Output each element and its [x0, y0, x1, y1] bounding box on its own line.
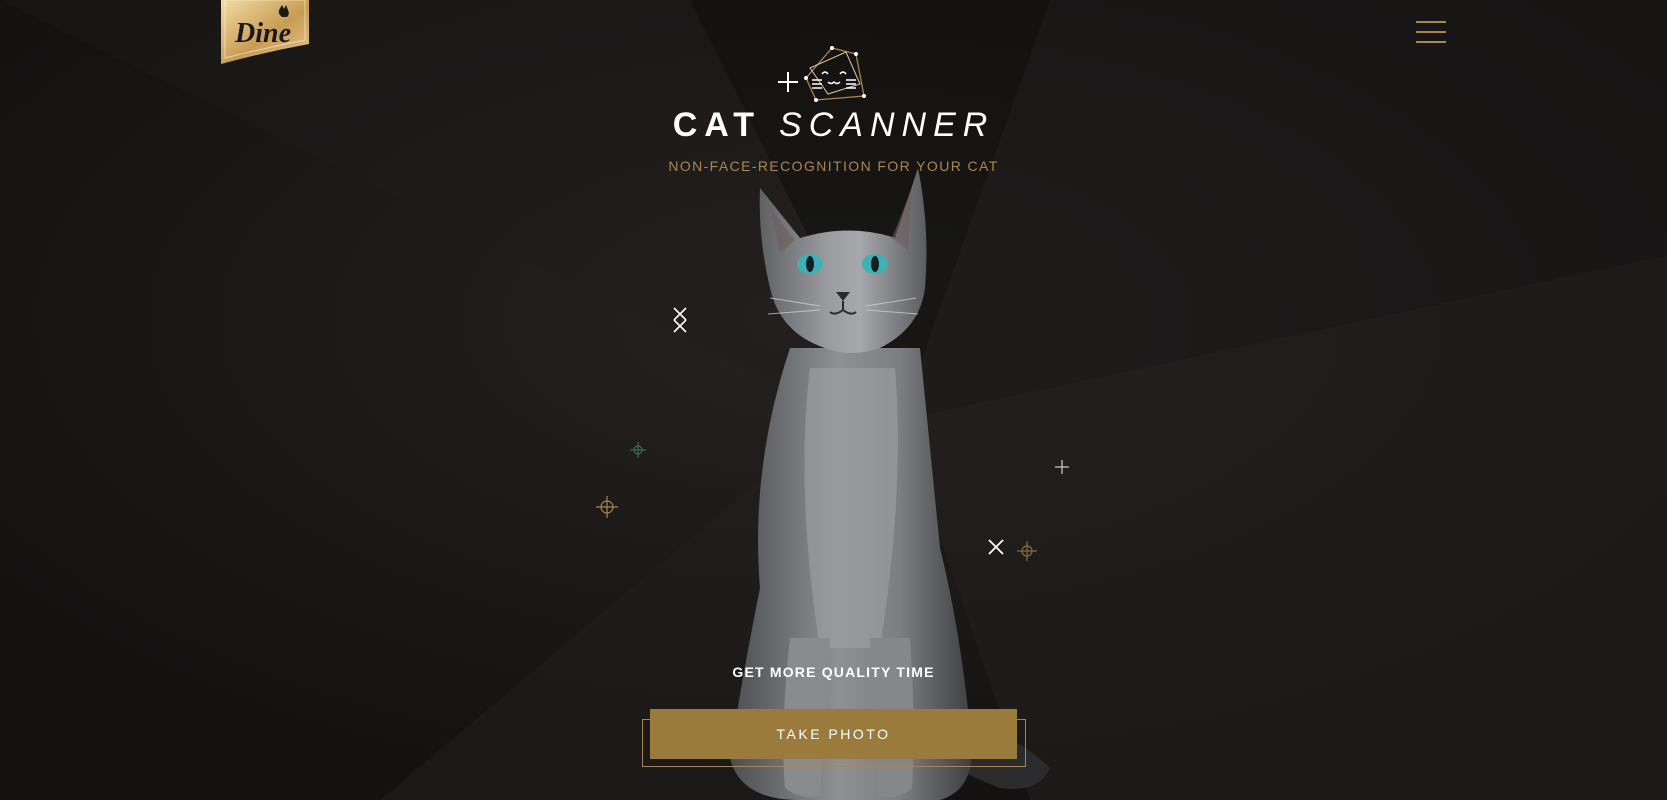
- page-title: CAT SCANNER: [560, 106, 1107, 145]
- hamburger-menu-icon[interactable]: [1414, 18, 1448, 48]
- title-word-cat: CAT: [672, 106, 762, 144]
- menu-line-top: [1416, 21, 1446, 23]
- sparkle-x-icon: [988, 539, 1004, 555]
- grey-cat-photo: [730, 168, 1050, 800]
- cat-scanner-icon: [778, 46, 866, 102]
- sparkle-crosshair-gold-small-icon: [1017, 541, 1037, 561]
- page: Dine CAT SCANNER NON-FACE-RECOGNITION FO…: [0, 0, 1667, 800]
- sparkle-crosshair-green-icon: [630, 442, 646, 458]
- take-photo-button[interactable]: TAKE PHOTO: [650, 709, 1017, 759]
- sparkle-plus-icon: [1055, 460, 1069, 474]
- sparkle-crosshair-gold-icon: [596, 496, 618, 518]
- cta-label: GET MORE QUALITY TIME: [732, 664, 935, 680]
- svg-text:Dine: Dine: [234, 18, 291, 49]
- sparkle-double-x-icon: [673, 307, 687, 333]
- title-word-scanner: SCANNER: [779, 106, 995, 144]
- dine-logo[interactable]: Dine: [219, 0, 311, 64]
- menu-line-bottom: [1416, 41, 1446, 43]
- menu-line-middle: [1416, 31, 1446, 33]
